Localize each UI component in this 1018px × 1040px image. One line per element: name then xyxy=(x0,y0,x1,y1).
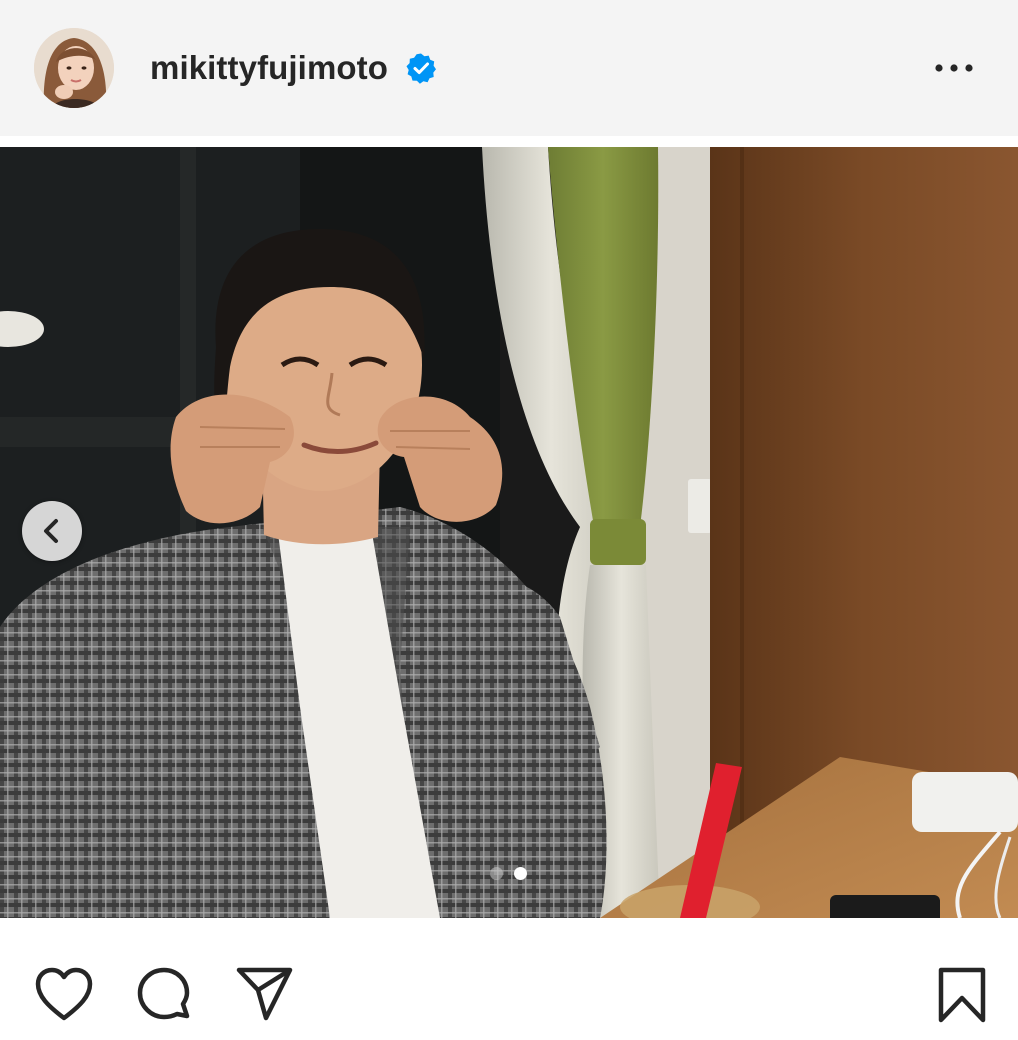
post-header: mikittyfujimoto xyxy=(0,0,1018,136)
verified-badge-icon xyxy=(405,52,437,84)
chevron-left-icon xyxy=(44,519,58,543)
avatar[interactable] xyxy=(34,28,114,108)
username[interactable]: mikittyfujimoto xyxy=(150,48,388,88)
carousel-dot-1 xyxy=(490,867,503,880)
carousel-indicator xyxy=(488,865,532,881)
instagram-post: mikittyfujimoto xyxy=(0,0,1018,1040)
bookmark-icon[interactable] xyxy=(932,966,992,1026)
post-actions xyxy=(0,918,1018,1040)
paper-plane-icon[interactable] xyxy=(236,966,296,1026)
carousel-dot-2-active xyxy=(514,867,527,880)
post-photo[interactable] xyxy=(0,147,1018,918)
comment-icon[interactable] xyxy=(134,966,194,1026)
heart-icon[interactable] xyxy=(34,966,94,1026)
carousel-prev-button[interactable] xyxy=(22,501,82,561)
more-options-icon[interactable] xyxy=(932,52,976,84)
